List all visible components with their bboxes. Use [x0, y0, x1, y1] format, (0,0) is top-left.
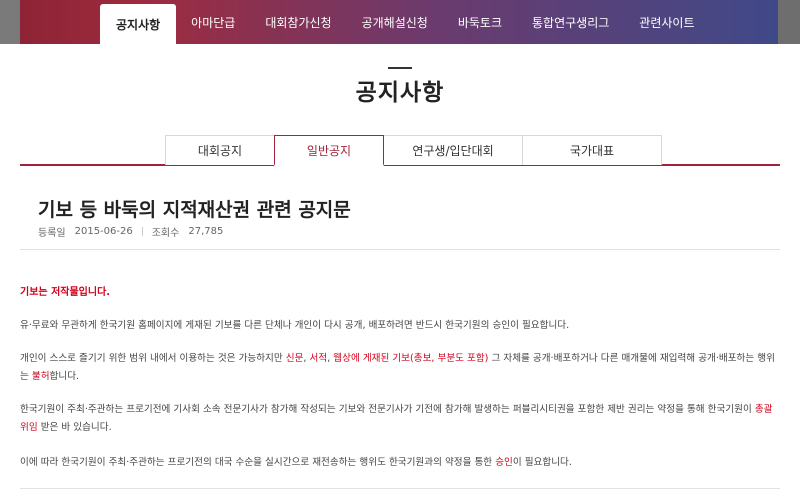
article-meta: 등록일 2015-06-26 조회수 27,785 [38, 224, 232, 239]
nav-item-amateur-rank[interactable]: 아마단급 [176, 0, 250, 44]
p2-text-c: 합니다. [49, 371, 80, 382]
p3-text-a: 한국기원이 주최·주관하는 프로기전에 기사회 소속 전문기사가 참가해 작성되… [20, 404, 755, 415]
lead-statement: 기보는 저작물입니다. [20, 287, 111, 298]
post-date: 2015-06-26 [74, 226, 133, 237]
tab-tournament-notice[interactable]: 대회공지 [165, 135, 275, 165]
nav-item-baduk-talk[interactable]: 바둑토크 [443, 0, 517, 44]
tab-national-team[interactable]: 국가대표 [522, 135, 662, 165]
nav-item-research-league[interactable]: 통합연구생리그 [517, 0, 624, 44]
main-nav: 공지사항 아마단급 대회참가신청 공개해설신청 바둑토크 통합연구생리그 관련사… [100, 0, 710, 44]
p2-text-a: 개인이 스스로 즐기기 위한 범위 내에서 이용하는 것은 가능하지만 [20, 353, 286, 364]
paragraph-2: 개인이 스스로 즐기기 위한 범위 내에서 이용하는 것은 가능하지만 신문, … [20, 350, 780, 386]
top-nav-bar: 공지사항 아마단급 대회참가신청 공개해설신청 바둑토크 통합연구생리그 관련사… [0, 0, 800, 44]
views-label: 조회수 [151, 228, 180, 239]
nav-left-edge [0, 0, 20, 44]
p2-highlight-prohibited: 불허 [31, 371, 50, 382]
article-title: 기보 등 바둑의 지적재산권 관련 공지문 [38, 199, 351, 221]
nav-right-edge [778, 0, 800, 44]
p4-text-a: 이에 따라 한국기원이 주최·주관하는 프로기전의 대국 수순을 실시간으로 재… [20, 457, 496, 468]
article-bottom-divider [20, 488, 780, 489]
p4-text-b: 이 필요합니다. [512, 457, 572, 468]
paragraph-4: 이에 따라 한국기원이 주최·주관하는 프로기전의 대국 수순을 실시간으로 재… [20, 454, 780, 472]
nav-item-commentary-request[interactable]: 공개해설신청 [347, 0, 443, 44]
p2-highlight-books: 서적 [309, 353, 328, 364]
article-divider [20, 249, 780, 250]
paragraph-3: 한국기원이 주최·주관하는 프로기전에 기사회 소속 전문기사가 참가해 작성되… [20, 401, 780, 437]
nav-item-tournament-signup[interactable]: 대회참가신청 [250, 0, 346, 44]
date-label: 등록일 [38, 228, 66, 239]
p2-highlight-newspaper: 신문 [285, 353, 304, 364]
meta-separator [141, 227, 143, 236]
p4-highlight-approval: 승인 [495, 457, 513, 468]
nav-item-notice[interactable]: 공지사항 [100, 4, 177, 44]
p2-highlight-web: 웹상에 게재된 기보(총보, 부분도 포함) [333, 353, 489, 364]
title-accent-bar [388, 67, 412, 69]
tab-general-notice[interactable]: 일반공지 [274, 135, 384, 166]
tab-research-pro-tournament[interactable]: 연구생/입단대회 [383, 135, 523, 165]
paragraph-1: 유·무료와 무관하게 한국기원 홈페이지에 게재된 기보를 다른 단체나 개인이… [20, 320, 570, 331]
p3-text-b: 받은 바 있습니다. [37, 422, 112, 433]
category-tabs: 대회공지 일반공지 연구생/입단대회 국가대표 [165, 135, 662, 166]
nav-item-related-sites[interactable]: 관련사이트 [624, 0, 709, 44]
page-title: 공지사항 [355, 80, 445, 106]
view-count: 27,785 [188, 226, 224, 237]
